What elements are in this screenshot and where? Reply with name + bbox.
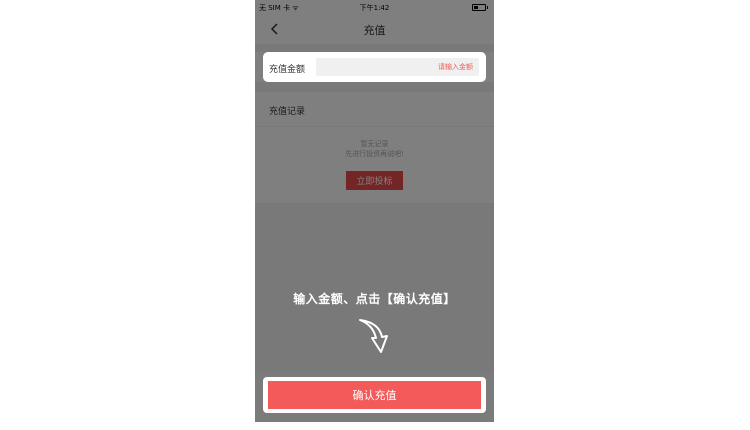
- highlight-confirm: 确认充值: [263, 377, 486, 413]
- curved-arrow-down-icon: [359, 319, 388, 353]
- highlight-amount-field: 充值金额: [263, 52, 486, 82]
- highlight-amount-label: 充值金额: [269, 65, 306, 75]
- highlight-amount-input[interactable]: [316, 58, 479, 76]
- confirm-recharge-button[interactable]: 确认充值: [268, 381, 481, 409]
- phone-screen: 无 SIM 卡 ᯤ 下午1:42 充值 充值金额 充值记录 暂无记录 先进行投资…: [255, 0, 494, 422]
- guide-tip-text: 输入金额、点击【确认充值】: [293, 292, 456, 306]
